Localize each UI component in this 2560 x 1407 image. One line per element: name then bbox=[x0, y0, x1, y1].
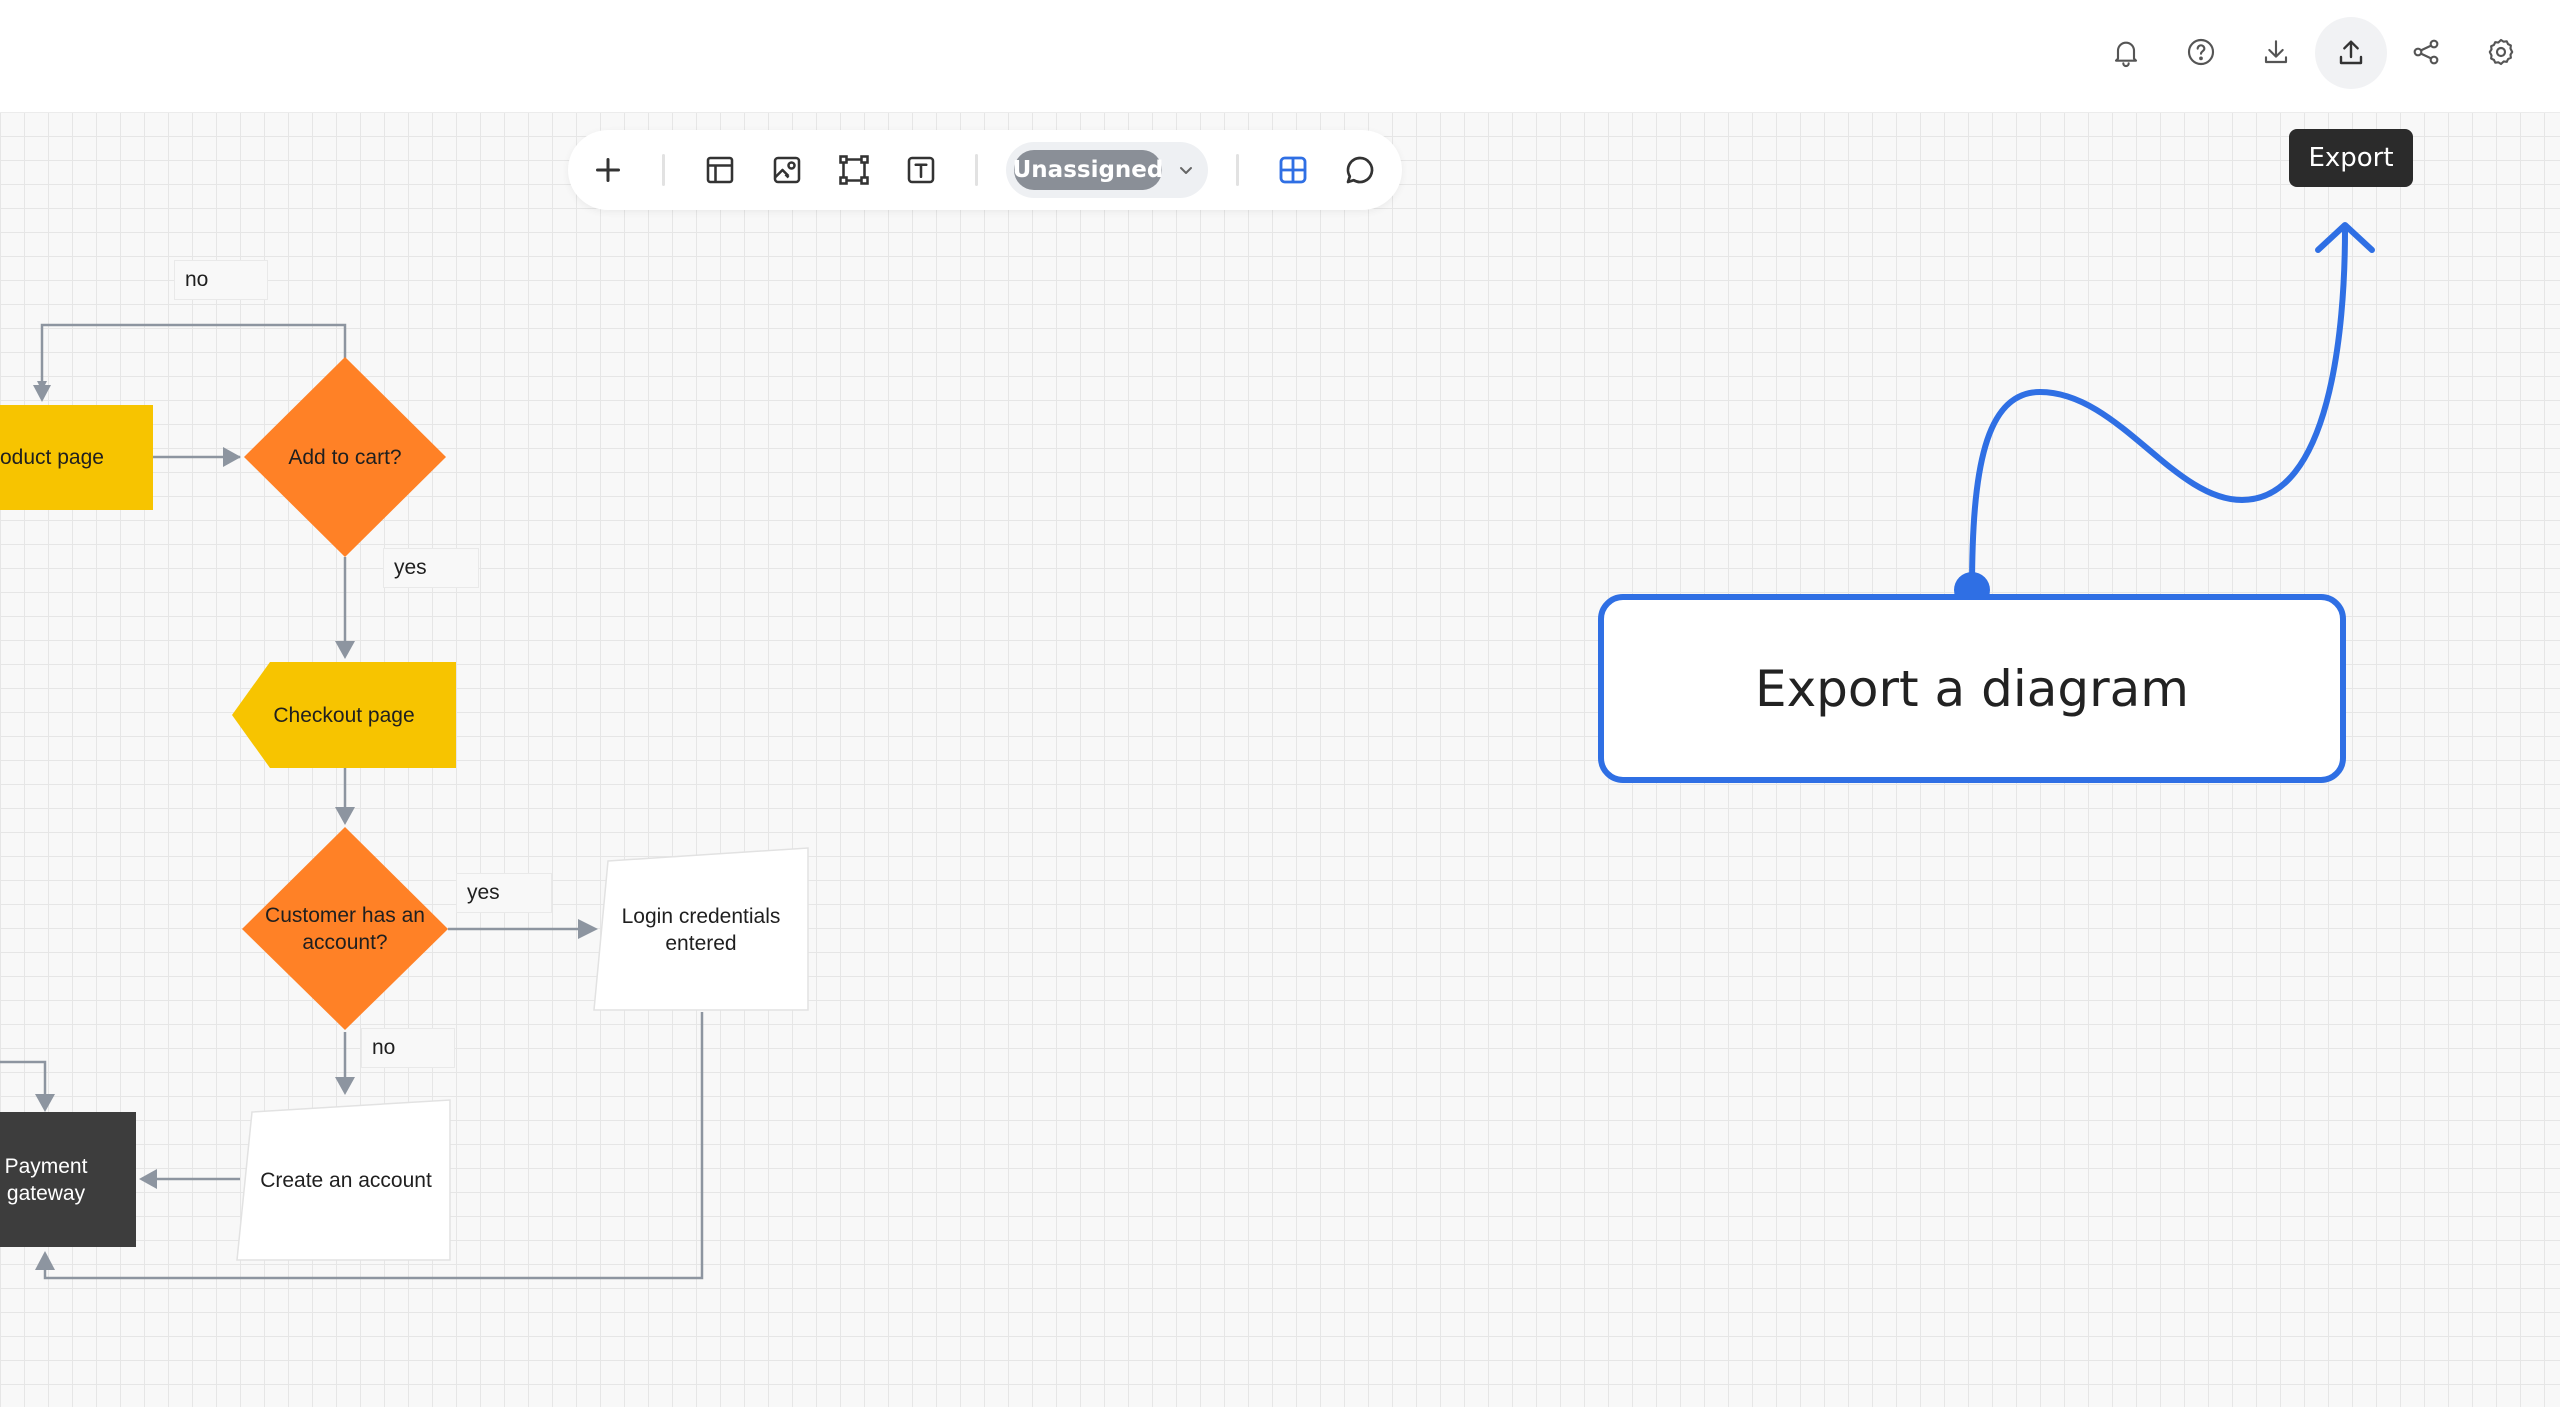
image-icon[interactable] bbox=[763, 146, 811, 194]
node-payment-label: Payment gateway bbox=[4, 1155, 88, 1205]
node-checkout-page-label: Checkout page bbox=[273, 703, 415, 727]
export-tooltip: Export bbox=[2289, 129, 2413, 187]
bell-icon[interactable] bbox=[2102, 28, 2150, 76]
share-icon[interactable] bbox=[2402, 28, 2450, 76]
toolbar-divider bbox=[1236, 154, 1239, 186]
edge-label-no: no bbox=[361, 1028, 455, 1068]
toolbar-divider bbox=[662, 154, 665, 186]
edge-label-yes: yes bbox=[383, 548, 479, 588]
node-customer-account-label: Customer has an account? bbox=[265, 904, 425, 954]
status-badge: Unassigned bbox=[1013, 150, 1163, 190]
chevron-down-icon bbox=[1180, 167, 1192, 174]
download-icon[interactable] bbox=[2252, 28, 2300, 76]
add-icon[interactable] bbox=[584, 146, 632, 194]
callout-connector bbox=[1969, 227, 2348, 593]
node-product-page-label: oduct page bbox=[0, 446, 104, 469]
node-create-account-label: Create an account bbox=[260, 1168, 432, 1192]
text-icon[interactable] bbox=[897, 146, 945, 194]
floating-toolbar: Unassigned bbox=[568, 130, 1402, 210]
edge-no-loop bbox=[37, 323, 347, 391]
status-dropdown[interactable]: Unassigned bbox=[1006, 142, 1208, 198]
callout-text: Export a diagram bbox=[1754, 659, 2189, 718]
edge-label-yes: yes bbox=[456, 873, 552, 913]
comment-icon[interactable] bbox=[1336, 146, 1384, 194]
export-icon[interactable] bbox=[2315, 17, 2387, 89]
node-add-to-cart-label: Add to cart? bbox=[288, 445, 402, 469]
grid-icon[interactable] bbox=[1269, 146, 1317, 194]
frame-icon[interactable] bbox=[830, 146, 878, 194]
top-bar bbox=[0, 0, 2560, 113]
node-login-label: Login credentials entered bbox=[621, 905, 781, 955]
toolbar-divider bbox=[975, 154, 978, 186]
help-icon[interactable] bbox=[2177, 28, 2225, 76]
settings-icon[interactable] bbox=[2477, 28, 2525, 76]
template-icon[interactable] bbox=[696, 146, 744, 194]
edge-label-no: no bbox=[174, 260, 268, 300]
